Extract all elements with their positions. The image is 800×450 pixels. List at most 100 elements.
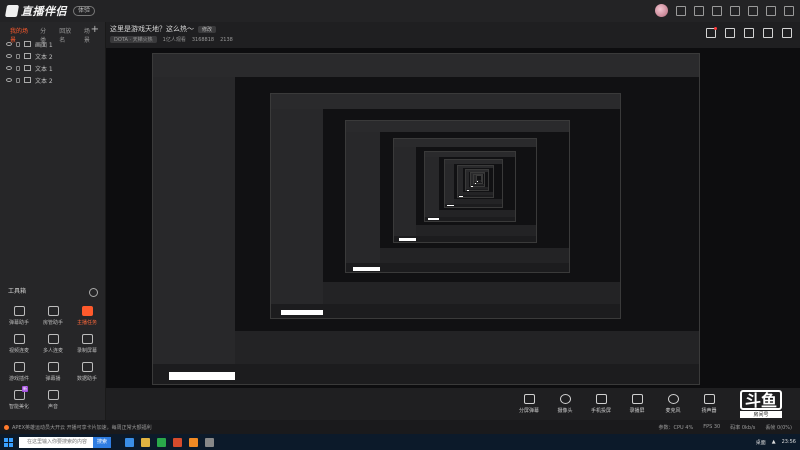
room-title: 这里是游戏天地？这么热～: [110, 25, 194, 33]
title-bar: 直播伴侣 体验: [0, 0, 800, 22]
status-notice[interactable]: APEX英雄运动员大开云 开播可享卡片加速，每周正常大额福利: [4, 424, 152, 431]
eye-icon[interactable]: [6, 54, 12, 58]
tool-record-screen[interactable]: 录制屏幕: [70, 334, 104, 354]
lock-icon[interactable]: [725, 28, 735, 38]
edit-title-button[interactable]: 修改: [198, 25, 217, 33]
settings-app-icon[interactable]: [205, 437, 214, 447]
toolbox-settings-icon[interactable]: [89, 288, 98, 297]
inner-bar: [394, 139, 537, 147]
lock-icon[interactable]: [16, 65, 20, 71]
action-list: 分屏弹幕 摄像头 手机投屏 录播屏 麦克风 扬声器: [518, 394, 720, 414]
record-icon: [81, 334, 93, 344]
eye-icon[interactable]: [6, 42, 12, 46]
tool-anchor-task[interactable]: 主播任务: [70, 306, 104, 326]
settings-icon[interactable]: [712, 5, 722, 16]
lock-icon[interactable]: [16, 41, 20, 47]
network-icon[interactable]: ▲: [772, 439, 776, 445]
clock[interactable]: 23:56: [782, 439, 796, 445]
inner-bar: [346, 120, 569, 132]
phone-cast-button[interactable]: 手机投屏: [590, 394, 612, 414]
tool-beautify[interactable]: 新智能美化: [2, 386, 36, 410]
tab-replay[interactable]: 回放名: [59, 26, 76, 44]
taskbar-search-button[interactable]: 搜索: [93, 436, 111, 448]
home-icon[interactable]: [763, 28, 773, 38]
speaker-button[interactable]: 扬声器: [698, 394, 720, 414]
menu-icon[interactable]: [730, 5, 740, 16]
stat-drop: 丢帧 0(0%): [765, 424, 792, 431]
app-window: 直播伴侣 体验 我的场景 分类 回放名 场景 + 画面 1 文本 2 文本 1 …: [0, 0, 800, 450]
mirrored-search-bar: [281, 309, 324, 315]
stream-preview[interactable]: [106, 48, 800, 388]
chrome-icon[interactable]: [157, 437, 166, 447]
tool-game-plugin[interactable]: 游戏插件: [2, 362, 36, 382]
tool-danmu[interactable]: 弹幕助手: [2, 306, 36, 326]
list-item[interactable]: 文本 2: [0, 74, 105, 86]
room-title-row: 这里是游戏天地？这么热～ 修改: [110, 24, 217, 34]
minimize-icon[interactable]: [748, 5, 758, 16]
split-danmu-button[interactable]: 分屏弹幕: [518, 394, 540, 414]
sidebar: 我的场景 分类 回放名 场景 + 画面 1 文本 2 文本 1 文本 2 工具箱…: [0, 22, 106, 434]
avatar[interactable]: [655, 4, 668, 17]
message-icon[interactable]: [694, 5, 704, 16]
text-icon: [24, 77, 31, 83]
tool-video-link[interactable]: 视频连麦: [2, 334, 36, 354]
tool-multi-link[interactable]: 多人连麦: [36, 334, 70, 354]
mirrored-search-bar: [398, 238, 416, 241]
add-scene-icon[interactable]: +: [91, 24, 99, 35]
brand-mark: 斗鱼: [740, 390, 782, 410]
windows-start-icon[interactable]: [4, 437, 13, 447]
notice-icon: [4, 424, 9, 430]
eye-icon[interactable]: [6, 78, 12, 82]
sound-icon: [47, 390, 59, 400]
skin-icon[interactable]: [676, 5, 686, 16]
inner-bar: [153, 54, 699, 78]
mirrored-search-bar: [428, 218, 439, 221]
scene-label: 文本 1: [35, 65, 53, 73]
tool-label: 视频连麦: [8, 348, 29, 354]
chart-icon: [81, 362, 93, 372]
text-icon: [24, 53, 31, 59]
tool-data-assistant[interactable]: 数据助手: [70, 362, 104, 382]
app-icon[interactable]: [173, 437, 182, 447]
close-icon[interactable]: [784, 5, 794, 16]
notification-icon[interactable]: [706, 27, 717, 38]
scene-label: 画面 1: [35, 41, 53, 49]
scene-label: 文本 2: [35, 53, 53, 61]
record-screen-icon: [631, 394, 643, 404]
camera-button[interactable]: 摄像头: [554, 394, 576, 414]
microphone-button[interactable]: 麦克风: [662, 394, 684, 414]
save-icon[interactable]: [744, 28, 754, 38]
edge-icon[interactable]: [125, 437, 134, 447]
tool-label: 房管助手: [42, 320, 63, 326]
room-id: 3168818: [191, 36, 215, 43]
tool-label: 数据助手: [76, 376, 97, 382]
category-chip[interactable]: DOTA · 天梯火热: [110, 36, 157, 43]
eye-icon[interactable]: [6, 66, 12, 70]
tool-label: 智能美化: [8, 404, 29, 410]
app-name: 直播伴侣: [21, 5, 67, 18]
maximize-icon[interactable]: [766, 5, 776, 16]
tool-danmu-broadcast[interactable]: 弹幕播: [36, 362, 70, 382]
share-icon[interactable]: [782, 28, 792, 38]
lock-icon[interactable]: [16, 53, 20, 59]
version-badge[interactable]: 体验: [73, 6, 96, 16]
folder-icon[interactable]: [141, 437, 150, 447]
room-header: 这里是游戏天地？这么热～ 修改 DOTA · 天梯火热 1亿人观看 316881…: [106, 22, 800, 48]
list-item[interactable]: 文本 2: [0, 50, 105, 62]
heat-value: 2138: [220, 36, 233, 43]
text-icon: [24, 65, 31, 71]
lock-icon[interactable]: [16, 77, 20, 83]
tool-room-admin[interactable]: 房管助手: [36, 306, 70, 326]
stat-bitrate: 码率 0kb/s: [730, 424, 756, 431]
tab-category[interactable]: 分类: [40, 26, 51, 44]
record-screen-button[interactable]: 录播屏: [626, 394, 648, 414]
list-item[interactable]: 文本 1: [0, 62, 105, 74]
tool-sound[interactable]: 声音: [36, 390, 70, 410]
tab-my-scenes[interactable]: 我的场景: [10, 26, 32, 44]
taskbar-search-input[interactable]: [19, 436, 93, 448]
livestream-app-icon[interactable]: [189, 437, 198, 447]
tray-label[interactable]: 桌面: [756, 439, 766, 446]
brand-room-label: 房间号: [740, 411, 782, 418]
new-badge: 新: [22, 386, 28, 392]
tool-label: 声音: [47, 404, 58, 410]
